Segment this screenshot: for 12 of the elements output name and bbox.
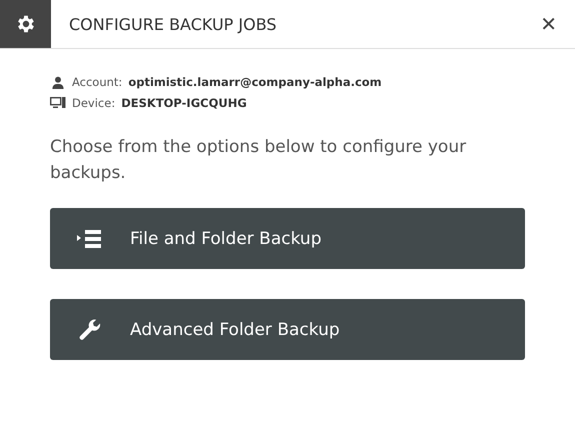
instruction-text: Choose from the options below to configure your backups. [50,136,468,185]
close-button[interactable]: ✕ [536,12,561,36]
option-button[interactable]: Advanced Folder Backup [50,299,525,360]
info-label: Account: [72,75,122,89]
info-value: DESKTOP-IGCQUHG [121,96,247,110]
list-icon [76,228,104,248]
user-icon [50,76,66,88]
computer-icon [50,97,66,109]
window-title: CONFIGURE BACKUP JOBS [69,14,278,34]
option-button[interactable]: File and Folder Backup [50,208,525,269]
info-label: Device: [72,96,116,110]
info-value: optimistic.lamarr@company-alpha.com [128,75,382,89]
